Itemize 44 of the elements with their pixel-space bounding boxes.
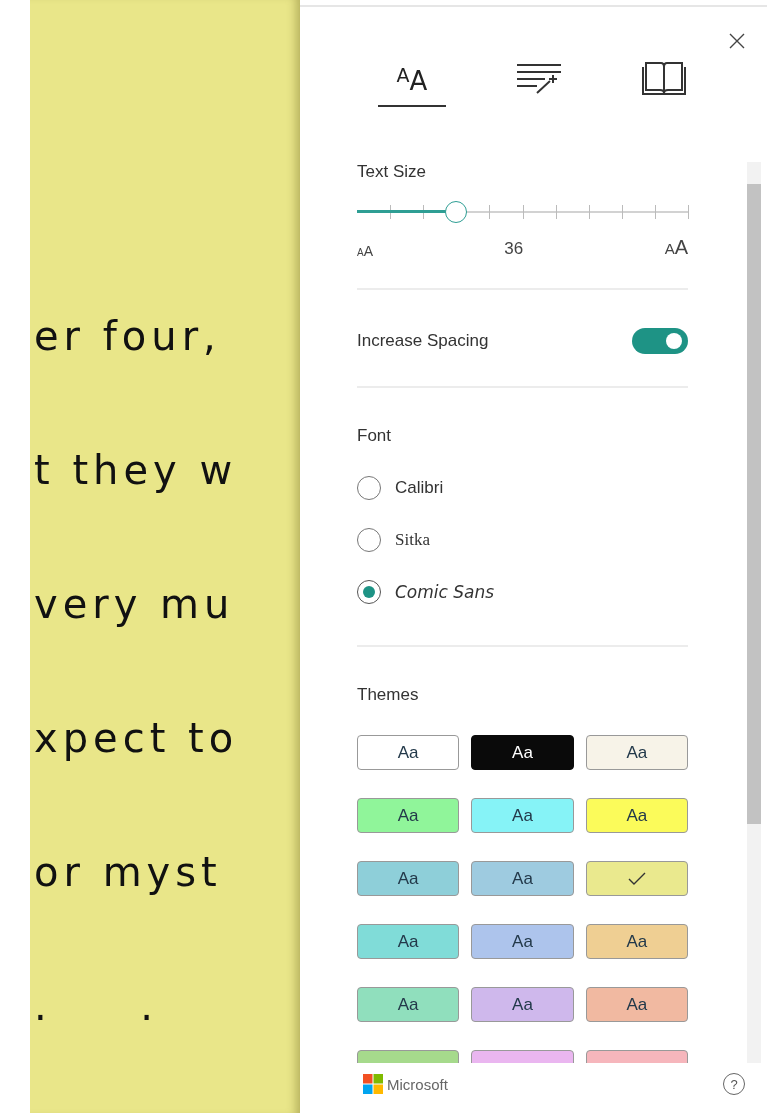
font-option-label[interactable]: Comic Sans [395, 582, 495, 602]
theme-swatch[interactable]: Aa [585, 735, 688, 770]
theme-swatch[interactable]: Aa [471, 861, 574, 896]
brand-name: Microsoft [387, 1075, 448, 1093]
theme-swatch[interactable]: Aa [357, 924, 460, 959]
font-option-label[interactable]: Calibri [395, 478, 444, 498]
larger-text-label: AA [664, 236, 688, 259]
reading-text-line: er four, [34, 312, 222, 360]
close-icon [729, 33, 745, 49]
smaller-text-label: AA [357, 243, 373, 259]
font-option-label[interactable]: Sitka [395, 530, 430, 550]
theme-swatch[interactable]: Aa [585, 987, 688, 1022]
theme-swatch[interactable]: Aa [471, 924, 574, 959]
panel-tab[interactable]: $^{A}$A [378, 51, 446, 107]
section-title: Font [357, 426, 393, 446]
reading-text-line: xpect to [34, 714, 240, 762]
lines-wand-icon [515, 61, 561, 95]
theme-swatch[interactable]: Aa [471, 735, 574, 770]
theme-swatch[interactable] [585, 861, 688, 896]
section-title: Themes [357, 685, 420, 705]
spacing-toggle[interactable] [632, 328, 688, 354]
section-title: Text Size [357, 162, 427, 182]
theme-swatch[interactable]: Aa [471, 987, 574, 1022]
setting-label: Increase Spacing [357, 331, 489, 351]
theme-swatch[interactable]: Aa [357, 798, 460, 833]
theme-swatch[interactable]: Aa [357, 987, 460, 1022]
close-button[interactable] [727, 31, 747, 51]
theme-swatch[interactable]: Aa [357, 861, 460, 896]
check-icon [627, 871, 646, 886]
reading-text-line: or myst [34, 848, 223, 896]
help-button[interactable]: ? [723, 1073, 745, 1095]
text-size-slider[interactable] [357, 200, 688, 224]
theme-swatch[interactable]: Aa [585, 798, 688, 833]
slider-thumb[interactable] [445, 201, 468, 223]
book-icon [642, 59, 686, 97]
text-size-value: 36 [504, 239, 524, 259]
theme-swatch[interactable]: Aa [471, 798, 574, 833]
reading-text-line: very mu [34, 580, 236, 628]
scrollbar[interactable] [747, 162, 761, 1063]
reading-text-line: . . [34, 982, 159, 1030]
theme-swatch[interactable]: Aa [357, 735, 460, 770]
reading-text-line: t they w [34, 446, 239, 494]
theme-swatch[interactable]: Aa [585, 924, 688, 959]
windows-logo-icon [363, 1074, 383, 1094]
